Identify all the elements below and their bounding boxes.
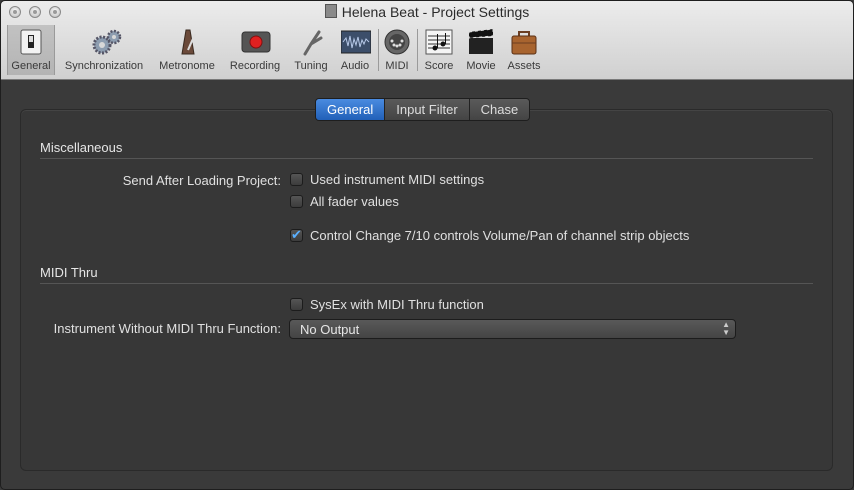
send-after-loading-label: Send After Loading Project:	[122, 173, 281, 188]
sysex-midi-thru-checkbox[interactable]	[290, 298, 303, 311]
project-settings-window: Helena Beat - Project Settings General S…	[0, 0, 854, 490]
toolbar-synchronization[interactable]: Synchronization	[58, 25, 150, 75]
toolbar-midi[interactable]: MIDI	[381, 25, 413, 75]
record-icon	[241, 28, 271, 56]
control-change-label[interactable]: Control Change 7/10 controls Volume/Pan …	[310, 228, 689, 243]
toolbar-tuning[interactable]: Tuning	[289, 25, 333, 75]
tab-input-filter[interactable]: Input Filter	[385, 99, 470, 120]
toolbar-movie[interactable]: Movie	[461, 25, 501, 75]
window-title: Helena Beat - Project Settings	[341, 4, 530, 20]
toolbar-separator	[378, 29, 379, 71]
toolbar-label: MIDI	[385, 60, 409, 72]
toolbar-label: General	[11, 60, 51, 72]
tab-bar: General Input Filter Chase	[315, 98, 531, 121]
instrument-without-midi-thru-label: Instrument Without MIDI Thru Function:	[53, 321, 281, 336]
toolbar-separator	[417, 29, 418, 71]
miscellaneous-heading: Miscellaneous	[40, 140, 123, 155]
toolbar-audio[interactable]: Audio	[336, 25, 374, 75]
used-instrument-midi-label[interactable]: Used instrument MIDI settings	[310, 172, 484, 187]
waveform-icon	[340, 28, 372, 56]
window-title-wrap: Helena Beat - Project Settings	[1, 4, 853, 20]
midi-thru-heading: MIDI Thru	[40, 265, 98, 280]
metronome-icon	[173, 28, 201, 56]
all-fader-values-label[interactable]: All fader values	[310, 194, 399, 209]
instrument-output-select[interactable]: No Output ▲ ▼	[289, 319, 736, 339]
toolbar-label: Synchronization	[64, 60, 144, 72]
divider	[40, 283, 813, 284]
toolbar-label: Score	[424, 60, 454, 72]
control-change-checkbox[interactable]	[290, 227, 303, 243]
toolbar-label: Audio	[340, 60, 370, 72]
document-icon	[324, 4, 337, 18]
toolbar-label: Recording	[229, 60, 281, 72]
toolbar-label: Assets	[507, 60, 541, 72]
toolbar-general[interactable]: General	[7, 25, 55, 75]
score-icon	[425, 28, 453, 56]
up-down-arrows-icon: ▲ ▼	[722, 320, 730, 337]
toolbar-label: Tuning	[294, 60, 328, 72]
used-instrument-midi-checkbox[interactable]	[290, 173, 303, 186]
title-bar: Helena Beat - Project Settings General S…	[1, 1, 853, 80]
midi-port-icon	[383, 28, 411, 56]
tab-chase[interactable]: Chase	[469, 99, 530, 120]
tab-general[interactable]: General	[316, 99, 386, 120]
switch-icon	[17, 28, 45, 56]
toolbar-label: Metronome	[159, 60, 215, 72]
gears-icon	[90, 28, 122, 56]
settings-panel	[20, 109, 833, 471]
select-value: No Output	[300, 322, 360, 337]
toolbar-metronome[interactable]: Metronome	[154, 25, 220, 75]
clapperboard-icon	[467, 28, 495, 56]
briefcase-icon	[510, 28, 538, 56]
toolbar-assets[interactable]: Assets	[504, 25, 544, 75]
sysex-midi-thru-label[interactable]: SysEx with MIDI Thru function	[310, 297, 484, 312]
toolbar-score[interactable]: Score	[420, 25, 458, 75]
divider	[40, 158, 813, 159]
tuning-fork-icon	[297, 28, 325, 56]
toolbar-label: Movie	[466, 60, 496, 72]
toolbar-recording[interactable]: Recording	[225, 25, 285, 75]
all-fader-values-checkbox[interactable]	[290, 195, 303, 208]
